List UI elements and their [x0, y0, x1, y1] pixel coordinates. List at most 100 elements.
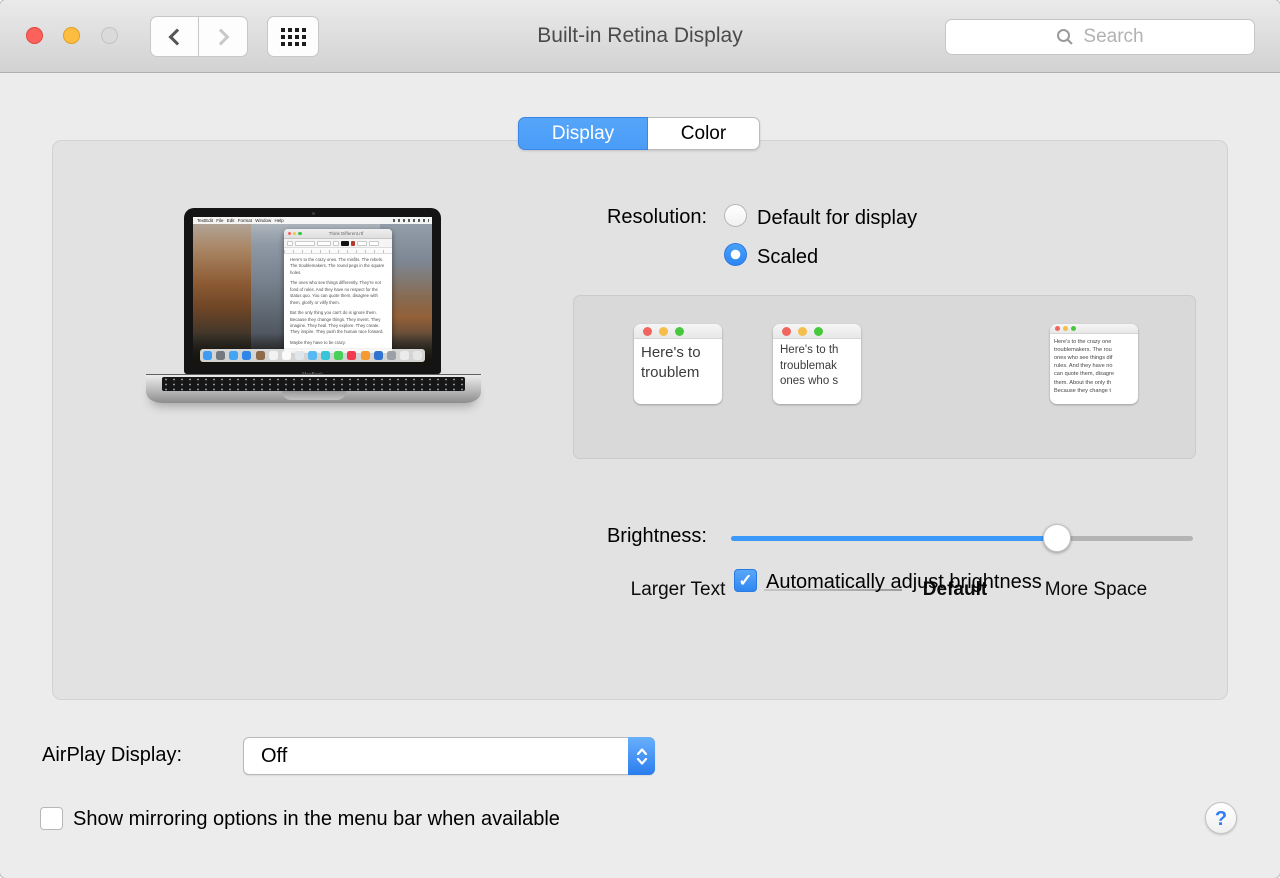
dock-app-icon [374, 351, 383, 360]
macbook-keyboard [162, 377, 465, 391]
radio-scaled-label[interactable]: Scaled [757, 246, 818, 269]
scaled-resolution-picker: Here's to troublem Here's to th troublem… [573, 295, 1196, 459]
slider-fill [731, 536, 1057, 541]
dock-app-icon [229, 351, 238, 360]
dock-app-icon [295, 351, 304, 360]
label-larger-text: Larger Text [631, 579, 726, 601]
forward-button [199, 16, 248, 57]
radio-default-label[interactable]: Default for display [757, 207, 917, 230]
brightness-slider[interactable] [731, 524, 1193, 552]
mini-document-text: Here's to the crazy ones. The misfits. T… [284, 254, 392, 353]
mini-close-icon [288, 232, 291, 235]
dock-app-icon [321, 351, 330, 360]
macbook-base [146, 374, 481, 403]
tab-color[interactable]: Color [648, 117, 760, 150]
mini-yellow-dot-icon [798, 327, 807, 336]
macbook-screen: TextEdit File Edit Format Window Help Th… [193, 217, 432, 365]
display-settings-panel: TextEdit File Edit Format Window Help Th… [52, 140, 1228, 700]
dock-app-icon [216, 351, 225, 360]
airplay-display-label: AirPlay Display: [42, 744, 182, 767]
chevron-right-icon [212, 28, 229, 45]
chevron-down-icon [636, 758, 648, 765]
window-toolbar: Built-in Retina Display Search [0, 0, 1280, 73]
airplay-selected-value: Off [244, 738, 654, 774]
help-button[interactable]: ? [1205, 802, 1237, 834]
back-button[interactable] [150, 16, 199, 57]
dock-app-icon [282, 351, 291, 360]
mini-window-titlebar [634, 324, 722, 339]
macbook-trackpad-notch [282, 391, 346, 400]
resolution-label: Resolution: [561, 206, 707, 229]
mini-yellow-dot-icon [1063, 326, 1068, 331]
scaled-option-2[interactable]: Here's to th troublemak ones who s [773, 324, 861, 404]
window-title: Built-in Retina Display [340, 0, 940, 72]
mini-green-dot-icon [814, 327, 823, 336]
search-field[interactable]: Search [945, 19, 1255, 55]
dock-app-icon [400, 351, 409, 360]
grid-icon [281, 28, 306, 46]
radio-scaled[interactable] [724, 243, 747, 266]
chevron-left-icon [169, 28, 186, 45]
macbook-illustration: TextEdit File Edit Format Window Help Th… [146, 201, 481, 416]
mini-paragraph: But the only thing you can't do is ignor… [290, 310, 386, 336]
checkmark-icon: ✓ [738, 571, 752, 591]
popup-chevrons [628, 737, 655, 775]
mini-paragraph: Maybe they have to be crazy. [290, 340, 386, 346]
search-icon [1056, 28, 1074, 46]
mini-preview-text: Here's to the crazy one troublemakers. T… [1050, 334, 1138, 395]
label-more-space: More Space [1045, 579, 1147, 601]
dock-app-icon [387, 351, 396, 360]
show-mirroring-checkbox[interactable] [40, 807, 63, 830]
dock-app-icon [361, 351, 370, 360]
navigation-buttons [150, 16, 248, 57]
show-mirroring-label[interactable]: Show mirroring options in the menu bar w… [73, 808, 560, 831]
close-button[interactable] [26, 27, 43, 44]
airplay-popup-button[interactable]: Off [243, 737, 655, 775]
mini-red-dot-icon [643, 327, 652, 336]
chevron-up-icon [636, 748, 648, 755]
mini-preview-text: Here's to th troublemak ones who s [773, 339, 861, 390]
system-preferences-window: Built-in Retina Display Search Display C… [0, 0, 1280, 878]
mini-window-titlebar [1050, 324, 1138, 334]
scaled-option-larger-text[interactable]: Here's to troublem [634, 324, 722, 404]
dock-app-icon [242, 351, 251, 360]
brightness-label: Brightness: [561, 525, 707, 548]
dock-app-icon [269, 351, 278, 360]
show-all-button[interactable] [267, 16, 319, 57]
zoom-button [101, 27, 118, 44]
mini-textedit-titlebar: Think Different.rtf [284, 229, 392, 239]
mini-red-dot-icon [1055, 326, 1060, 331]
mini-minimize-icon [293, 232, 296, 235]
dock-app-icon [256, 351, 265, 360]
dock-app-icon [334, 351, 343, 360]
mini-textedit-window: Think Different.rtf Here's to the crazy … [284, 229, 392, 353]
camera-dot-icon [312, 212, 315, 215]
mini-preview-text: Here's to troublem [634, 339, 722, 384]
mini-green-dot-icon [675, 327, 684, 336]
dock-app-icon [308, 351, 317, 360]
scaled-option-more-space[interactable]: Here's to the crazy one troublemakers. T… [1050, 324, 1138, 404]
tab-bar: Display Color [518, 117, 760, 150]
dock-app-icon [203, 351, 212, 360]
mini-textedit-toolbar [284, 239, 392, 248]
dock-app-icon [413, 351, 422, 360]
slider-thumb[interactable] [1043, 524, 1071, 552]
mini-window-titlebar [773, 324, 861, 339]
macbook-dock [200, 349, 425, 362]
mini-yellow-dot-icon [659, 327, 668, 336]
mini-menu-status-icons [393, 219, 429, 222]
radio-default-for-display[interactable] [724, 204, 747, 227]
minimize-button[interactable] [63, 27, 80, 44]
mini-color-well [341, 241, 349, 246]
auto-brightness-label[interactable]: Automatically adjust brightness [766, 571, 1042, 594]
dock-app-icon [347, 351, 356, 360]
mini-red-dot-icon [782, 327, 791, 336]
mini-document-title: Think Different.rtf [304, 229, 388, 239]
mini-zoom-icon [298, 232, 301, 235]
search-placeholder: Search [1083, 26, 1143, 48]
mini-paragraph: Here's to the crazy ones. The misfits. T… [290, 257, 386, 276]
tab-display[interactable]: Display [518, 117, 648, 150]
auto-brightness-checkbox[interactable]: ✓ [734, 569, 757, 592]
mini-paragraph: The ones who see things differently. The… [290, 280, 386, 306]
mini-green-dot-icon [1071, 326, 1076, 331]
